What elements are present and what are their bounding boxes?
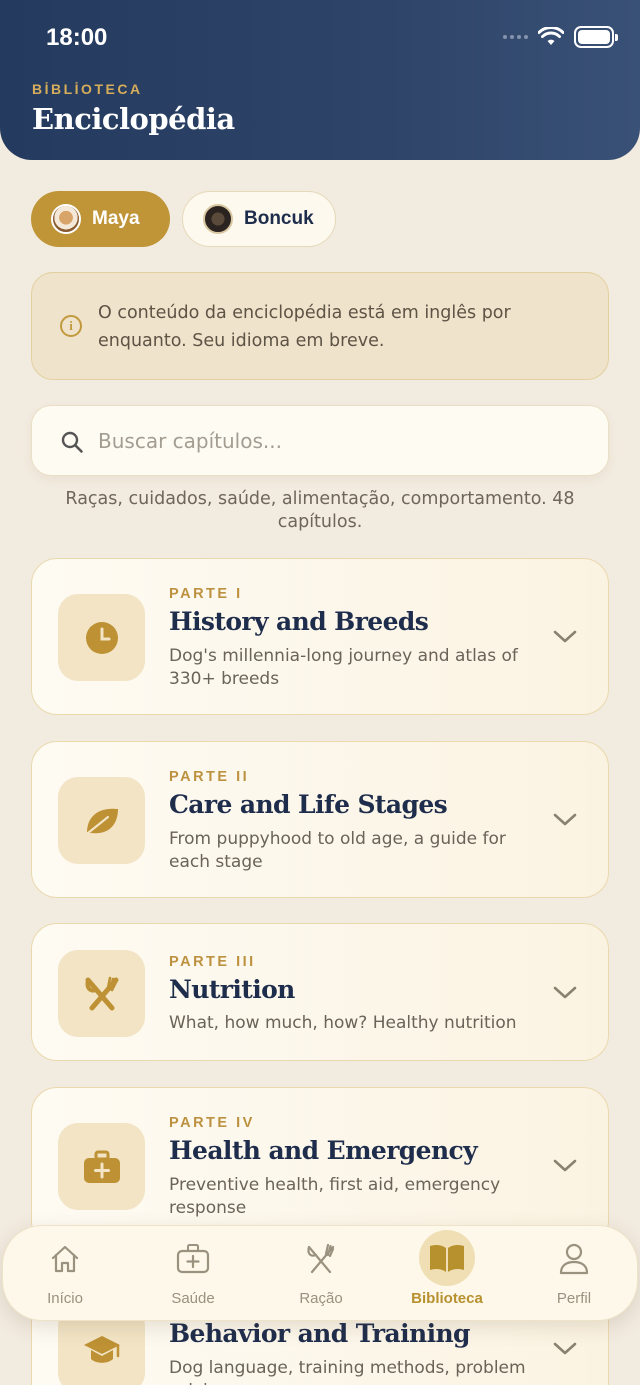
leaf-icon: [58, 777, 145, 864]
tab-label: Ração: [299, 1290, 343, 1307]
chevron-down-icon: [553, 986, 577, 999]
avatar: [203, 204, 233, 234]
fork-knife-icon: [304, 1242, 338, 1276]
signal-icon: [503, 35, 528, 39]
chapter-title: History and Breeds: [169, 607, 429, 636]
pet-name: Maya: [92, 208, 140, 229]
person-icon: [557, 1242, 591, 1276]
battery-icon: [574, 26, 618, 48]
chevron-down-icon: [553, 1159, 577, 1172]
search-input[interactable]: [98, 422, 578, 460]
chapter-description: Dog language, training methods, problem …: [169, 1358, 526, 1385]
bottom-tab-bar: Início Saúde Ração Biblioteca Perfil: [2, 1225, 638, 1321]
home-icon: [48, 1242, 82, 1276]
book-icon: [419, 1230, 475, 1286]
pet-name: Boncuk: [244, 208, 314, 229]
chapter-part: PARTE II: [169, 769, 250, 785]
tab-inicio[interactable]: Início: [10, 1226, 120, 1322]
chapter-card-part-3[interactable]: PARTE III Nutrition What, how much, how?…: [31, 923, 609, 1061]
tab-biblioteca[interactable]: Biblioteca: [392, 1226, 502, 1322]
page-title: Enciclopédia: [32, 102, 235, 136]
tab-label: Início: [47, 1290, 83, 1307]
chapter-card-part-4[interactable]: PARTE IV Health and Emergency Preventive…: [31, 1087, 609, 1247]
chapter-title: Health and Emergency: [169, 1136, 478, 1165]
tab-racao[interactable]: Ração: [266, 1226, 376, 1322]
tab-perfil[interactable]: Perfil: [519, 1226, 629, 1322]
clock-icon: [58, 594, 145, 681]
avatar: [51, 204, 81, 234]
chevron-down-icon: [553, 813, 577, 826]
status-time: 18:00: [46, 24, 108, 51]
chapter-description: Preventive health, first aid, emergency …: [169, 1175, 501, 1218]
language-notice: i O conteúdo da enciclopédia está em ing…: [31, 272, 609, 380]
chapter-card-part-1[interactable]: PARTE I History and Breeds Dog's millenn…: [31, 558, 609, 715]
chapter-title: Nutrition: [169, 975, 295, 1004]
library-summary: Raças, cuidados, saúde, alimentação, com…: [65, 489, 575, 532]
chapter-part: PARTE I: [169, 586, 243, 602]
wifi-icon: [538, 27, 564, 45]
pet-chip-maya[interactable]: Maya: [31, 191, 170, 247]
medical-icon: [176, 1242, 210, 1276]
info-icon: i: [60, 315, 82, 337]
notice-text: O conteúdo da enciclopédia está em inglê…: [98, 303, 511, 351]
chapter-card-part-2[interactable]: PARTE II Care and Life Stages From puppy…: [31, 741, 609, 898]
chapter-part: PARTE IV: [169, 1115, 255, 1131]
search-box[interactable]: [31, 405, 609, 476]
fork-knife-icon: [58, 950, 145, 1037]
tab-label: Biblioteca: [411, 1290, 483, 1307]
chapter-description: What, how much, how? Healthy nutrition: [169, 1013, 517, 1033]
pet-chip-boncuk[interactable]: Boncuk: [182, 191, 336, 247]
tab-label: Perfil: [556, 1290, 592, 1307]
chevron-down-icon: [553, 1342, 577, 1355]
search-icon: [61, 431, 83, 453]
medical-kit-icon: [58, 1123, 145, 1210]
status-icons: [503, 26, 618, 48]
chapter-title: Behavior and Training: [169, 1319, 471, 1348]
chapter-title: Care and Life Stages: [169, 790, 448, 819]
chevron-down-icon: [553, 630, 577, 643]
header: 18:00 BİBLİOTECA Enciclopédia: [0, 0, 640, 160]
tab-label: Saúde: [171, 1290, 215, 1307]
tab-saude[interactable]: Saúde: [138, 1226, 248, 1322]
chapter-description: From puppyhood to old age, a guide for e…: [169, 829, 506, 872]
chapter-description: Dog's millennia-long journey and atlas o…: [169, 646, 518, 689]
header-eyebrow: BİBLİOTECA: [32, 81, 143, 97]
chapter-part: PARTE III: [169, 954, 256, 970]
